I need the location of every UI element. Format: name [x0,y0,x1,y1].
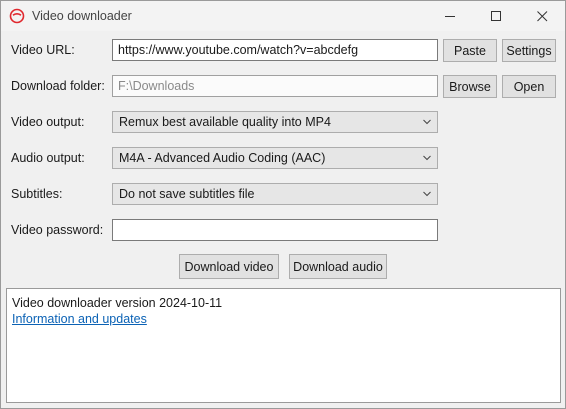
video-output-select[interactable]: Remux best available quality into MP4 [112,111,438,133]
window-title: Video downloader [32,9,132,23]
settings-button[interactable]: Settings [502,39,556,62]
video-password-label: Video password: [11,223,104,237]
app-window: Video downloader Video URL: https://www.… [0,0,566,409]
information-updates-link[interactable]: Information and updates [12,312,555,326]
audio-output-select[interactable]: M4A - Advanced Audio Coding (AAC) [112,147,438,169]
video-password-input[interactable] [112,219,438,241]
title-bar[interactable]: Video downloader [1,1,565,31]
video-url-label: Video URL: [11,43,75,57]
download-video-button[interactable]: Download video [179,254,279,279]
audio-output-label: Audio output: [11,151,85,165]
video-output-label: Video output: [11,115,85,129]
download-folder-input[interactable]: F:\Downloads [112,75,438,97]
close-button[interactable] [519,1,565,31]
maximize-icon [490,10,501,21]
download-audio-button[interactable]: Download audio [289,254,387,279]
chevron-down-icon [423,155,431,161]
version-text: Video downloader version 2024-10-11 [12,296,223,310]
open-button[interactable]: Open [502,75,556,98]
chevron-down-icon [423,119,431,125]
maximize-button[interactable] [473,1,519,31]
app-logo-icon [9,8,25,24]
video-url-input[interactable]: https://www.youtube.com/watch?v=abcdefg [112,39,438,61]
minimize-icon [444,15,455,17]
subtitles-label: Subtitles: [11,187,63,201]
download-folder-label: Download folder: [11,79,105,93]
log-output[interactable]: Video downloader version 2024-10-11 Info… [6,288,561,403]
subtitles-value: Do not save subtitles file [119,187,255,201]
chevron-down-icon [423,191,431,197]
minimize-button[interactable] [427,1,473,31]
close-icon [536,10,547,21]
subtitles-select[interactable]: Do not save subtitles file [112,183,438,205]
audio-output-value: M4A - Advanced Audio Coding (AAC) [119,151,326,165]
paste-button[interactable]: Paste [443,39,497,62]
video-output-value: Remux best available quality into MP4 [119,115,331,129]
browse-button[interactable]: Browse [443,75,497,98]
